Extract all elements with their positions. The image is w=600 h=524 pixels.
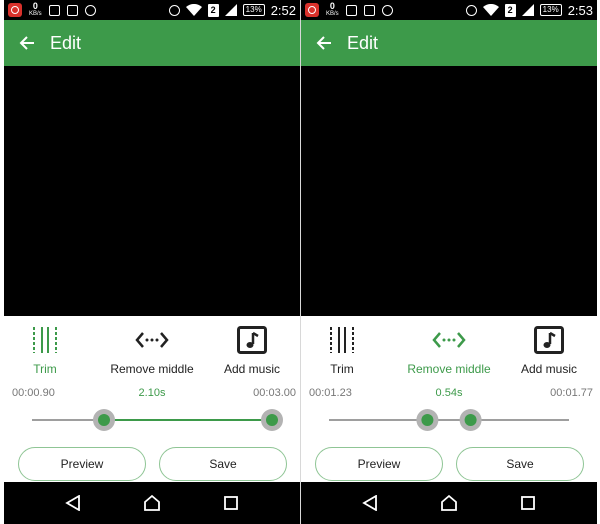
tool-label: Trim [33,362,57,376]
file-notification-icon [66,4,78,16]
media-notification-icon [84,4,96,16]
phone-screen-2: 0 KB/s 2 13% 2:53 Edit Trim Remove middl… [301,0,597,524]
tool-label: Add music [520,362,578,376]
app-notification-icon [305,3,319,17]
app-notification-icon [8,3,22,17]
alarm-icon [465,4,477,16]
music-note-icon [534,322,564,358]
video-preview[interactable] [301,66,597,316]
nav-back-button[interactable] [355,488,385,518]
page-title: Edit [347,32,379,53]
network-speed: 0 KB/s [326,1,339,18]
status-bar: 0 KB/s 2 13% 2:52 [4,0,300,20]
phone-screen-1: 0 KB/s 2 13% 2:52 Edit Trim Remove middl… [4,0,300,524]
trim-icon [31,322,59,358]
home-icon [441,494,457,511]
tool-remove-middle[interactable]: Remove middle [401,322,497,376]
edit-tools: Trim Remove middle Add music [301,322,597,380]
system-nav-bar [4,482,300,524]
back-button[interactable] [4,20,50,66]
preview-button[interactable]: Preview [18,447,146,481]
app-bar: Edit [4,20,300,66]
end-time: 00:01.77 [550,387,593,399]
battery-indicator: 13% [242,4,265,16]
sim-indicator: 2 [504,3,516,17]
slider-start-handle[interactable] [93,409,115,431]
range-slider[interactable] [4,408,300,432]
tool-label: Add music [223,362,281,376]
slider-start-handle[interactable] [416,409,439,431]
wifi-icon [185,4,202,16]
image-notification-icon [345,4,357,16]
status-bar: 0 KB/s 2 13% 2:53 [301,0,597,20]
nav-recents-button[interactable] [216,488,246,518]
end-time: 00:03.00 [253,387,296,399]
status-clock: 2:53 [567,2,593,18]
wifi-icon [482,4,499,16]
page-title: Edit [50,32,82,53]
nav-home-button[interactable] [434,488,464,518]
recents-square-icon [223,496,238,510]
tool-label: Remove middle [407,362,491,376]
time-readout: 00:00.90 2.10s 00:03.00 [4,387,300,401]
save-button[interactable]: Save [159,447,287,481]
alarm-icon [168,4,180,16]
tool-add-music[interactable]: Add music [501,322,597,376]
nav-home-button[interactable] [137,488,167,518]
back-arrow-icon [316,36,331,50]
back-button[interactable] [301,20,347,66]
sim-indicator: 2 [207,3,219,17]
file-notification-icon [363,4,375,16]
tool-label: Trim [330,362,354,376]
image-notification-icon [48,4,60,16]
tool-add-music[interactable]: Add music [204,322,300,376]
tool-trim[interactable]: Trim [4,322,93,376]
nav-recents-button[interactable] [513,488,543,518]
save-button[interactable]: Save [456,447,584,481]
preview-button[interactable]: Preview [315,447,443,481]
network-speed: 0 KB/s [29,1,42,18]
back-arrow-icon [19,36,34,50]
slider-end-handle[interactable] [261,409,283,431]
action-buttons: Preview Save [301,447,597,481]
video-preview[interactable] [4,66,300,316]
time-readout: 00:01.23 0.54s 00:01.77 [301,387,597,401]
trim-icon [328,322,356,358]
recents-square-icon [520,496,535,510]
status-clock: 2:52 [270,2,296,18]
remove-middle-icon [432,322,466,358]
triangle-back-icon [65,495,81,511]
tool-trim[interactable]: Trim [301,322,390,376]
tool-label: Remove middle [110,362,194,376]
range-slider[interactable] [301,408,597,432]
system-nav-bar [301,482,597,524]
slider-end-handle[interactable] [459,409,482,431]
signal-icon [224,4,237,16]
triangle-back-icon [362,495,378,511]
tool-remove-middle[interactable]: Remove middle [104,322,200,376]
action-buttons: Preview Save [4,447,300,481]
music-note-icon [237,322,267,358]
home-icon [144,494,160,511]
app-bar: Edit [301,20,597,66]
edit-tools: Trim Remove middle Add music [4,322,300,380]
media-notification-icon [381,4,393,16]
signal-icon [521,4,534,16]
nav-back-button[interactable] [58,488,88,518]
battery-indicator: 13% [539,4,562,16]
remove-middle-icon [135,322,169,358]
